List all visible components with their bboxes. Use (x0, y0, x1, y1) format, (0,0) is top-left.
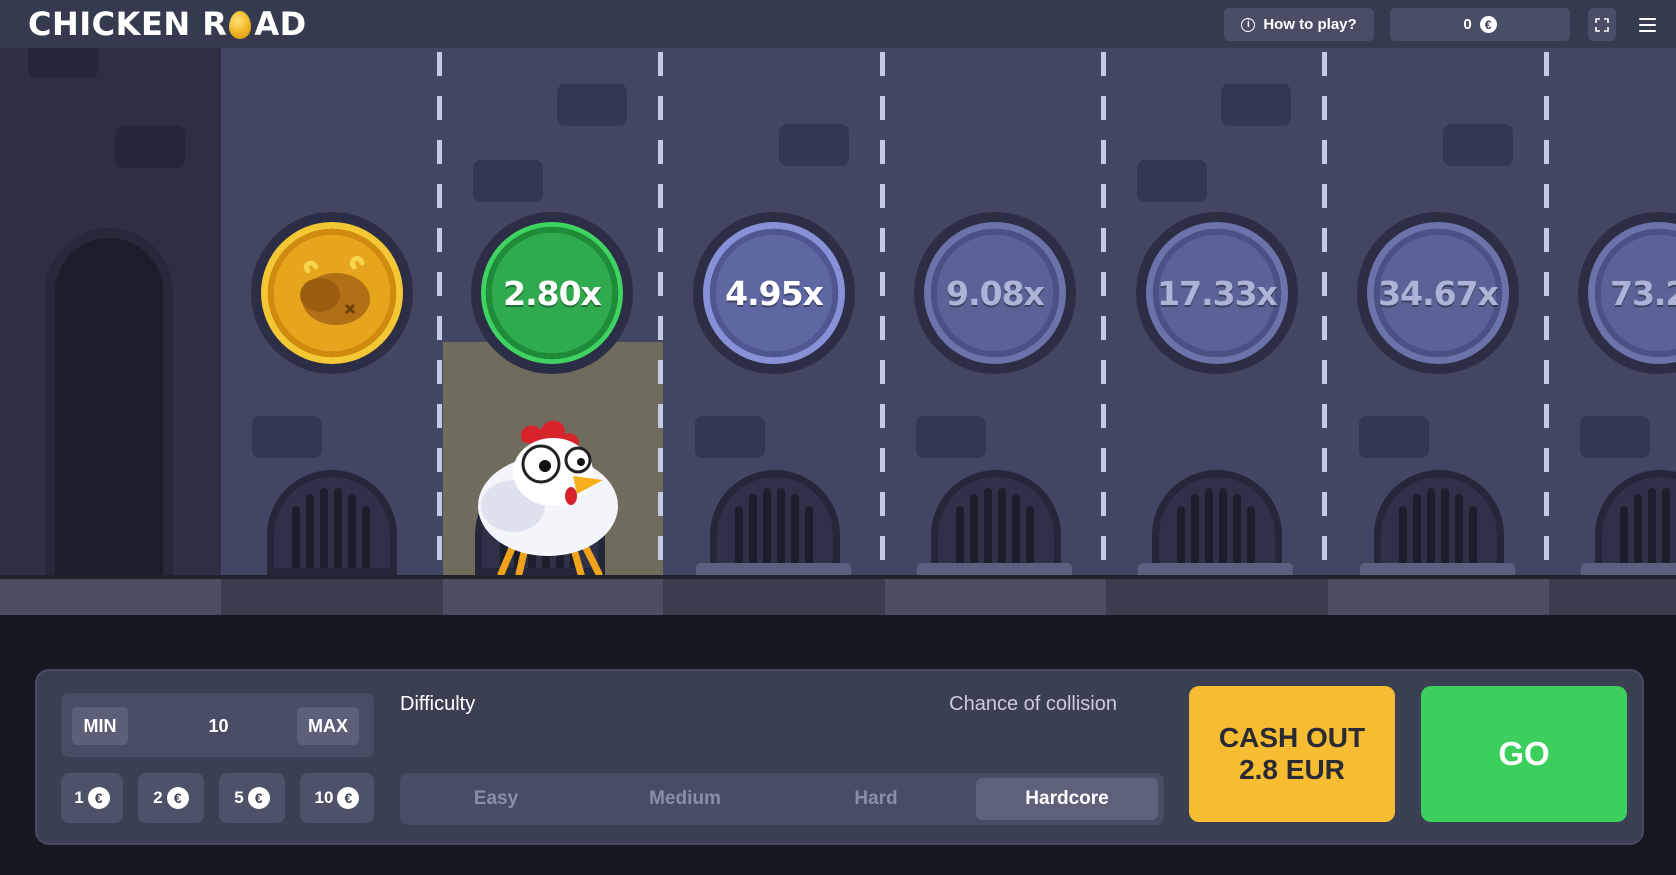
bet-amount-input[interactable]: 10 (151, 707, 286, 745)
curb (917, 563, 1072, 575)
lane-divider (437, 52, 442, 575)
quick-bet-value: 5 (234, 788, 244, 807)
brick (1443, 124, 1513, 166)
lane-divider (880, 52, 885, 575)
quick-bet-1-button[interactable]: 1 € (61, 773, 123, 823)
quick-bet-5-button[interactable]: 5 € (219, 773, 285, 823)
logo-text-right: AD (254, 5, 307, 43)
multiplier-label: 34.67x (1367, 222, 1509, 364)
hamburger-icon-line (1638, 29, 1656, 32)
difficulty-selector: Easy Medium Hard Hardcore (400, 773, 1164, 825)
difficulty-easy[interactable]: Easy (405, 778, 587, 820)
control-panel: MIN 10 MAX 1 € 2 € 5 € 10 € Difficulty C… (35, 669, 1644, 845)
brick (695, 416, 765, 458)
lane-divider (658, 52, 663, 575)
sewer-grate (267, 470, 397, 575)
multiplier-label: 9.08x (924, 222, 1066, 364)
lane-divider (1101, 52, 1106, 575)
balance-value: 0 (1463, 16, 1472, 33)
sewer-grate (931, 470, 1061, 575)
game-scene: 2.80x 4.95x 9.08x 17.33x 34.67x 73.2 (0, 48, 1676, 575)
euro-icon: € (337, 787, 360, 809)
chicken-pupil (577, 458, 585, 466)
min-bet-button[interactable]: MIN (72, 707, 128, 745)
brick (779, 124, 849, 166)
difficulty-hardcore[interactable]: Hardcore (976, 778, 1158, 820)
difficulty-hard[interactable]: Hard (785, 778, 967, 820)
multiplier-coin: 9.08x (914, 212, 1076, 374)
multiplier-coin: 34.67x (1357, 212, 1519, 374)
curb (1360, 563, 1515, 575)
euro-icon: € (166, 787, 189, 809)
sewer-grate (1595, 470, 1676, 575)
multiplier-coin-next[interactable]: 4.95x (693, 212, 855, 374)
castle-doorway (45, 228, 173, 575)
brick (28, 48, 98, 78)
brick (1359, 416, 1429, 458)
road-ground (0, 575, 1676, 615)
difficulty-medium[interactable]: Medium (594, 778, 776, 820)
curb (1138, 563, 1293, 575)
brick (557, 84, 627, 126)
hamburger-icon-line (1638, 17, 1656, 20)
fullscreen-button[interactable] (1588, 8, 1616, 41)
brick (1137, 160, 1207, 202)
lane-divider (1544, 52, 1549, 575)
multiplier-label: 73.2 (1588, 222, 1676, 364)
top-bar: CHICKEN R AD i How to play? 0 € (0, 0, 1676, 48)
egg-icon (229, 11, 252, 39)
multiplier-coin-active: 2.80x (471, 212, 633, 374)
start-castle (0, 48, 221, 575)
sewer-grate (710, 470, 840, 575)
quick-bet-value: 1 (74, 788, 84, 807)
brick (1221, 84, 1291, 126)
max-bet-button[interactable]: MAX (297, 707, 359, 745)
logo-text-left: CHICKEN R (28, 5, 228, 43)
euro-icon: € (1479, 16, 1497, 33)
sewer-grate (1374, 470, 1504, 575)
curb (696, 563, 851, 575)
euro-icon: € (87, 787, 110, 809)
cash-out-button[interactable]: CASH OUT 2.8 EUR (1189, 686, 1395, 822)
quick-bet-value: 2 (153, 788, 163, 807)
quick-bet-10-button[interactable]: 10 € (300, 773, 374, 823)
quick-bet-2-button[interactable]: 2 € (138, 773, 204, 823)
brick (1580, 416, 1650, 458)
multiplier-label: 2.80x (481, 222, 623, 364)
hamburger-icon-line (1638, 23, 1656, 26)
fullscreen-icon (1595, 17, 1609, 32)
menu-button[interactable] (1632, 8, 1662, 41)
chicken-wattle (565, 487, 577, 505)
chicken-character (478, 420, 618, 575)
quick-bet-value: 10 (314, 788, 334, 807)
difficulty-label: Difficulty (400, 693, 476, 715)
cash-out-amount: 2.8 EUR (1239, 754, 1345, 785)
brick (916, 416, 986, 458)
go-button[interactable]: GO (1421, 686, 1627, 822)
cash-out-label: CASH OUT (1218, 722, 1366, 753)
bet-amount-box: MIN 10 MAX (61, 693, 374, 757)
roast-chicken-coin (251, 212, 413, 374)
multiplier-coin: 17.33x (1136, 212, 1298, 374)
multiplier-coin: 73.2 (1578, 212, 1676, 374)
multiplier-label: 17.33x (1146, 222, 1288, 364)
brick (115, 126, 185, 168)
balance-display: 0 € (1390, 8, 1570, 41)
brick (252, 416, 322, 458)
multiplier-label: 4.95x (703, 222, 845, 364)
roast-chicken-icon (300, 256, 370, 325)
how-to-play-button[interactable]: i How to play? (1224, 8, 1374, 41)
game-logo: CHICKEN R AD (28, 4, 307, 44)
sewer-grate (1152, 470, 1282, 575)
curb (1581, 563, 1676, 575)
euro-icon: € (247, 787, 270, 809)
chicken-pupil (539, 460, 551, 472)
brick (473, 160, 543, 202)
lane-divider (1322, 52, 1327, 575)
chance-of-collision-label: Chance of collision (949, 693, 1117, 715)
how-to-play-label: How to play? (1263, 16, 1357, 33)
info-icon: i (1241, 17, 1256, 32)
